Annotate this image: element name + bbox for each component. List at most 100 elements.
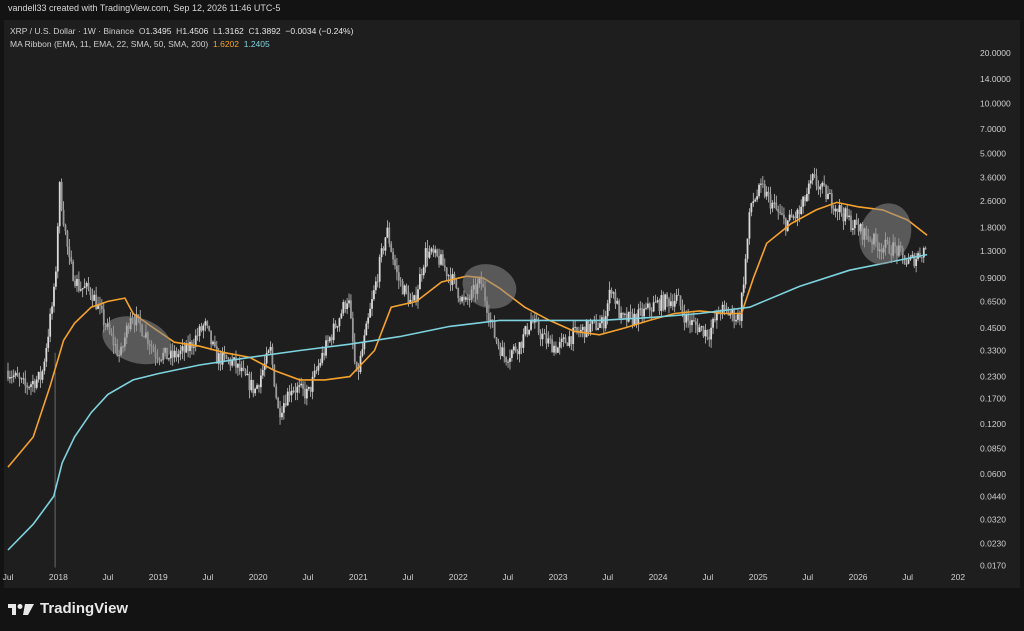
highlight-ellipse — [462, 264, 517, 309]
candle-body — [93, 294, 96, 301]
candle-body — [281, 412, 283, 418]
candle-body — [256, 385, 258, 389]
candle-body — [809, 180, 812, 184]
candle-body — [384, 237, 387, 251]
candle-body — [311, 376, 314, 392]
candle-body — [340, 313, 343, 319]
candle-body — [173, 350, 176, 358]
candle-body — [338, 318, 341, 327]
candle-body — [300, 383, 303, 386]
candle-body — [823, 182, 826, 186]
candle-body — [443, 265, 446, 268]
x-tick-label: Jul — [602, 572, 613, 582]
candle-body — [447, 275, 450, 277]
x-tick-label: 2026 — [849, 572, 868, 582]
candle-body — [442, 254, 444, 266]
x-tick-label: 2022 — [449, 572, 468, 582]
candle-body — [595, 319, 598, 330]
candle-body — [907, 259, 910, 264]
candle-body — [645, 307, 647, 309]
candle-body — [39, 371, 42, 380]
candle-body — [284, 403, 287, 406]
candle-body — [79, 289, 82, 291]
candle-body — [748, 212, 751, 239]
candle-body — [612, 292, 615, 294]
candle-body — [556, 347, 559, 353]
candle-body — [911, 254, 914, 257]
candle-body — [53, 286, 55, 307]
candle-body — [269, 346, 272, 351]
candle-body — [798, 209, 801, 215]
tradingview-logo[interactable]: TradingView — [8, 600, 128, 617]
candle-body — [737, 314, 739, 320]
candle-body — [811, 174, 814, 181]
tradingview-logo-icon — [8, 603, 34, 615]
candle-body — [616, 300, 619, 304]
y-tick-label: 0.9000 — [980, 273, 1006, 283]
y-tick-label: 0.0230 — [980, 538, 1006, 548]
candle-body — [796, 209, 799, 219]
candle-body — [719, 313, 722, 315]
candle-body — [518, 342, 521, 355]
candle-body — [302, 383, 304, 389]
candle-body — [237, 363, 239, 368]
candle-body — [179, 350, 182, 355]
y-tick-label: 0.1200 — [980, 419, 1006, 429]
x-tick-label: Jul — [902, 572, 913, 582]
candle-body — [763, 184, 766, 197]
candle-body — [664, 294, 667, 310]
candle-body — [419, 274, 421, 290]
candle-body — [495, 337, 498, 342]
candle-body — [60, 182, 63, 210]
candle-body — [346, 303, 349, 310]
brand-name: TradingView — [40, 600, 129, 617]
candle-body — [920, 257, 923, 259]
candle-body — [725, 306, 728, 310]
candle-body — [83, 286, 86, 289]
y-tick-label: 0.3300 — [980, 345, 1006, 355]
candle-body — [56, 226, 59, 272]
ma-slow-value: 1.2405 — [243, 39, 270, 49]
y-tick-label: 7.0000 — [980, 124, 1006, 134]
candle-body — [382, 248, 385, 251]
candle-body — [328, 337, 331, 342]
candle-body — [650, 310, 653, 312]
candle-body — [438, 255, 440, 265]
candle-body — [373, 290, 375, 300]
candle-body — [821, 182, 824, 187]
candle-body — [830, 193, 833, 209]
candle-body — [708, 336, 711, 340]
candle-body — [848, 215, 850, 218]
candle-body — [313, 370, 316, 377]
candle-body — [555, 345, 557, 353]
candle-body — [842, 213, 845, 222]
candle-body — [202, 325, 205, 331]
candle-body — [539, 332, 542, 340]
x-tick-label: 2021 — [349, 572, 368, 582]
candle-body — [723, 304, 726, 307]
candle-body — [76, 279, 78, 286]
x-tick-label: Jul — [3, 572, 14, 582]
candle-body — [773, 202, 776, 204]
candle-body — [756, 196, 759, 200]
candle-body — [242, 367, 245, 370]
price-chart[interactable]: 20.0000 14.0000 10.0000 7.0000 5.0000 3.6000 2… — [0, 0, 1024, 631]
candle-body — [597, 327, 599, 330]
candle-body — [806, 193, 808, 202]
candle-body — [12, 375, 15, 377]
candle-body — [401, 281, 404, 295]
candle-body — [788, 214, 791, 221]
candle-body — [250, 380, 253, 391]
x-tick-label: Jul — [303, 572, 314, 582]
candle-body — [32, 381, 34, 385]
candle-body — [691, 320, 693, 326]
candle-body — [627, 311, 630, 322]
candle-body — [687, 314, 690, 321]
candle-body — [507, 361, 509, 363]
y-tick-label: 10.0000 — [980, 98, 1011, 108]
candle-body — [212, 341, 214, 345]
chart-frame: vandell33 created with TradingView.com, … — [0, 0, 1024, 631]
candle-body — [319, 362, 322, 366]
candle-body — [792, 216, 795, 218]
x-tick-label: Jul — [502, 572, 513, 582]
